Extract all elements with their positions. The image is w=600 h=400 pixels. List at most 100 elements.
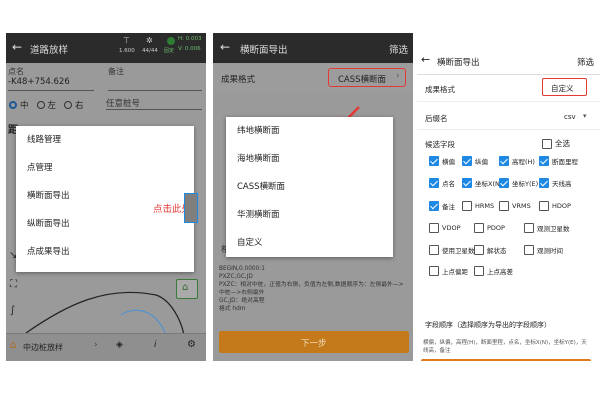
field-checkbox[interactable]: PDOP [474,223,505,233]
info-icon[interactable]: i [154,340,157,350]
option-huace[interactable]: 华测横断面 [226,201,393,229]
radio-center[interactable]: 中 [20,99,29,111]
home-icon[interactable]: ⌂ [10,340,16,351]
field-checkbox[interactable]: 纵偏 [462,156,488,166]
map-canvas[interactable] [6,265,206,335]
field-checkbox[interactable]: 坐标Y(E) [499,178,538,188]
field-checkbox[interactable]: 点名 [429,178,455,188]
satellite-icon: ✲ [146,36,153,45]
remark-label: 备注 [108,67,124,76]
radio-left[interactable]: 左 [48,99,57,111]
field-checkbox[interactable]: VDOP [429,223,461,233]
checked-box-icon [462,178,472,188]
field-checkbox[interactable]: 横偏 [429,156,455,166]
option-haidi[interactable]: 海地横断面 [226,145,393,173]
unchecked-box-icon [524,245,534,255]
point-label: 点名 [8,67,24,76]
filter-button[interactable]: 筛选 [577,56,594,68]
chevron-right-icon[interactable]: › [94,340,98,350]
layers-icon[interactable]: ◈ [116,340,123,350]
fix-badge: 固定 [164,48,175,54]
next-button-label: 下一步 [301,339,327,349]
page-title: 横断面导出 [437,58,480,68]
action-menu: 线路管理 点管理 横断面导出 纵断面导出 点成果导出 [16,126,194,272]
field-checkbox[interactable]: VRMS [499,201,531,211]
field-checkbox[interactable]: 备注 [429,201,455,211]
gear-icon[interactable]: ⚙ [187,339,196,350]
dropdown-icon[interactable]: ▾ [583,112,587,120]
field-checkbox[interactable]: 使用卫星数 [429,245,475,255]
checked-box-icon [429,201,439,211]
field-checkbox[interactable]: 观测时间 [524,245,563,255]
option-cass[interactable]: CASS横断面 [226,173,393,201]
unchecked-box-icon [462,201,472,211]
field-label: VRMS [512,202,531,210]
field-label: 解状态 [487,247,507,255]
field-label: HDOP [552,202,571,210]
chevron-right-icon: › [396,71,400,81]
field-checkbox[interactable]: 上点偏距 [429,266,468,276]
checked-box-icon [499,178,509,188]
page-title: 道路放样 [30,45,69,56]
menu-trigger-highlight[interactable] [184,193,198,223]
format-example-text: BEGIN,0.0000:1 PXZC,GC,JD PXZC：相对中桩，正值为右… [219,266,404,312]
format-label: 成果格式 [425,85,455,94]
stake-select[interactable]: 任意桩号 [106,97,140,109]
checked-box-icon [539,156,549,166]
select-all-label: 全选 [555,139,570,148]
field-checkbox[interactable]: 坐标X(N) [462,178,502,188]
menu-item-point-manage[interactable]: 点管理 [16,154,194,182]
field-checkbox[interactable]: HDOP [539,201,571,211]
field-checkbox[interactable]: HRMS [462,201,494,211]
back-arrow-icon[interactable]: ← [12,40,22,54]
checked-box-icon [462,156,472,166]
unchecked-box-icon [539,201,549,211]
field-label: 断面里程 [552,158,578,166]
menu-item-route-manage[interactable]: 线路管理 [16,126,194,154]
back-arrow-icon[interactable]: ← [421,53,430,66]
satellite-count: 44/44 [142,48,158,54]
back-arrow-icon[interactable]: ← [220,40,230,54]
pin-icon: ⌂ [182,282,189,293]
extension-label: 后缀名 [425,114,448,123]
order-label: 字段顺序（选择顺序为导出的字段顺序） [425,321,551,329]
field-checkbox[interactable]: 高程(H) [499,156,535,166]
fields-label: 候选字段 [425,140,455,149]
field-label: 横偏 [442,158,455,166]
fix-status-icon [167,37,175,45]
unchecked-box-icon [429,245,439,255]
cross-section-export-screen: ← 横断面导出 筛选 成果格式 CASS横断面 › 格 BEGIN,0.0000… [213,33,413,361]
filter-button[interactable]: 筛选 [389,42,408,56]
side-radio-group[interactable]: 中 左 右 [9,99,84,111]
field-label: 天线高 [552,180,572,188]
action-button[interactable] [421,359,591,361]
unchecked-box-icon [499,201,509,211]
curve-tool-icon[interactable]: ∫ [10,305,15,316]
checked-box-icon [499,156,509,166]
field-label: 上点高差 [487,268,513,276]
signal-icon: ⊤ [123,36,130,45]
h-precision: H: 0.003 [178,36,202,42]
menu-item-point-result-export[interactable]: 点成果导出 [16,238,194,266]
field-checkbox[interactable]: 观测卫星数 [524,223,570,233]
field-label: 观测卫星数 [537,225,570,233]
field-label: VDOP [442,224,461,232]
field-checkbox[interactable]: 断面里程 [539,156,578,166]
fullscreen-icon[interactable]: ⛶ [10,279,17,290]
field-checkbox[interactable]: 天线高 [539,178,572,188]
stake-mode-label[interactable]: 中边桩放样 [23,342,63,353]
custom-export-screen: ← 横断面导出 筛选 成果格式 自定义 后缀名 csv ▾ 候选字段 全选 横偏… [417,33,600,361]
option-custom[interactable]: 自定义 [226,229,393,257]
field-checkbox[interactable]: 上点高差 [474,266,513,276]
extension-value[interactable]: csv [564,113,576,121]
v-precision: V: 0.006 [178,46,201,52]
stakeout-map-button[interactable]: ⌂ [176,279,198,299]
radio-right[interactable]: 右 [75,99,84,111]
select-all-checkbox[interactable]: 全选 [542,138,570,149]
order-text: 横偏，纵偏，高程(H)，断面里程，点名，坐标X(N)，坐标Y(E)，天线高，备注 [423,340,587,354]
checked-box-icon [539,178,549,188]
field-checkbox[interactable]: 解状态 [474,245,507,255]
point-value: -K48+754.626 [8,77,70,87]
option-weidi[interactable]: 纬地横断面 [226,117,393,145]
field-label: 上点偏距 [442,268,468,276]
